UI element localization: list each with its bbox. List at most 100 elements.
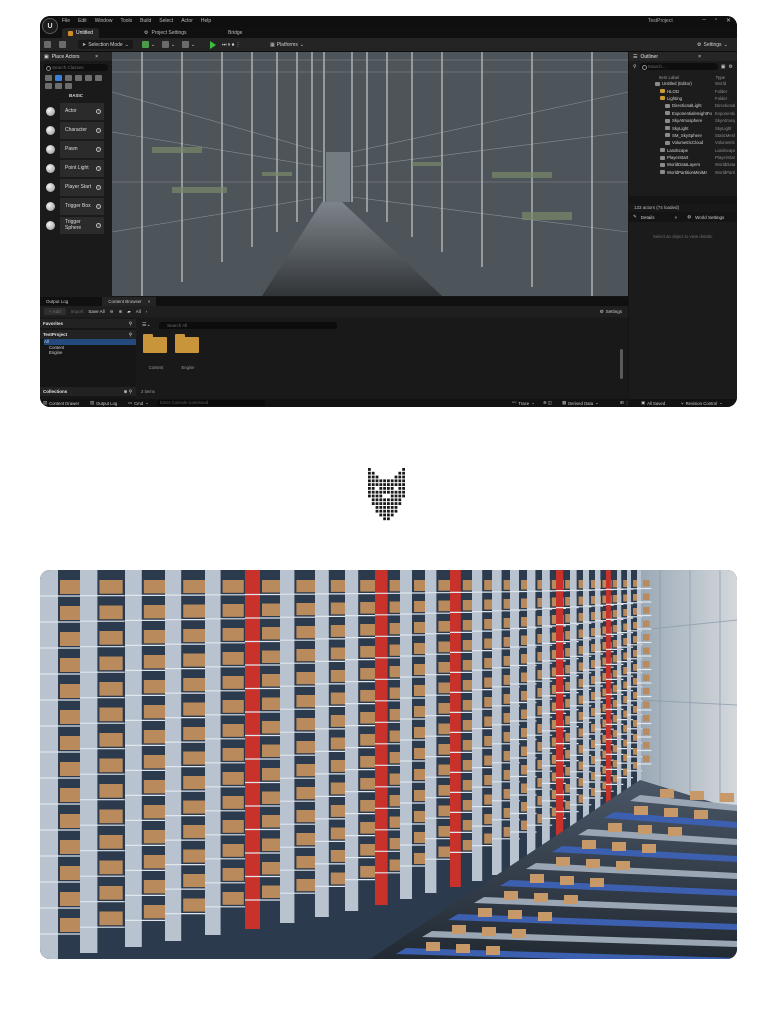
collections-section[interactable]: Collections ⊕ ⚲ (40, 387, 136, 396)
settings-dropdown[interactable]: ⚙ Settings ⌄ (697, 40, 728, 49)
cmd-dropdown[interactable]: ▭ Cmd ⌄ (128, 400, 149, 406)
outliner-row[interactable]: Untitled (Editor) World (629, 80, 737, 87)
outliner-row[interactable]: ExponentialHeightFogExponentialHeightFog (629, 110, 737, 117)
menu-actor[interactable]: Actor (181, 18, 193, 24)
cinematics-icon[interactable]: ⌄ (182, 40, 195, 49)
notifications-icon[interactable]: ⊞ ⋮ (620, 400, 629, 406)
actor-item[interactable]: Pawn? (40, 140, 112, 158)
shapes-icon[interactable] (75, 75, 82, 81)
menu-select[interactable]: Select (159, 18, 173, 24)
outliner-row[interactable]: Landscape Landscape (629, 147, 737, 154)
outliner-row[interactable]: SkyLight SkyLight (629, 124, 737, 131)
add-collection-icon[interactable]: ⊕ ⚲ (124, 389, 132, 395)
outliner-row[interactable]: Lighting Folder (629, 95, 737, 102)
help-icon[interactable]: ? (96, 165, 101, 171)
tree-item-engine[interactable]: Engine (44, 350, 136, 356)
unreal-logo-icon[interactable]: U (42, 18, 58, 34)
save-all-button[interactable]: Save All (88, 309, 104, 314)
camera-icon[interactable]: ⊛ ◫ (543, 400, 552, 406)
search-icon[interactable]: ⚲ (129, 332, 132, 338)
actor-item[interactable]: Actor? (40, 102, 112, 120)
menu-file[interactable]: File (62, 18, 70, 24)
all-saved-indicator[interactable]: ▣ All Saved (641, 400, 665, 406)
minimize-icon[interactable]: – (702, 17, 705, 24)
add-content-icon[interactable]: ⌄ (142, 40, 155, 49)
folder-tile[interactable]: Engine (175, 334, 201, 370)
outliner-row[interactable]: DirectionalLight DirectionalLight (629, 102, 737, 109)
close-tab-icon[interactable]: × (698, 54, 701, 60)
geometry-icon[interactable] (65, 83, 72, 89)
revision-control-dropdown[interactable]: ⑂ Revision Control ⌄ (681, 400, 723, 406)
folder-tile[interactable]: Content (143, 334, 169, 370)
close-tab-icon[interactable]: × (675, 215, 678, 220)
outliner-row[interactable]: VolumetricCloud VolumetricCloud (629, 139, 737, 146)
add-button[interactable]: + Add (44, 308, 66, 315)
close-tab-icon[interactable]: × (142, 297, 151, 306)
history-back-icon[interactable]: ⊖ (110, 309, 114, 315)
play-button[interactable] (210, 40, 216, 49)
help-icon[interactable]: ? (96, 203, 101, 209)
outliner-row[interactable]: PlayerStart PlayerStart (629, 154, 737, 161)
actor-item[interactable]: Trigger Sphere? (40, 216, 112, 234)
maximize-icon[interactable]: ▫ (715, 17, 717, 24)
scrollbar[interactable] (620, 349, 623, 379)
outliner-search-input[interactable]: Search... (639, 63, 718, 70)
cb-settings-button[interactable]: ⚙ Settings (600, 309, 622, 315)
outliner-row[interactable]: HLOD Folder (629, 87, 737, 94)
menu-help[interactable]: Help (201, 18, 211, 24)
tab-untitled[interactable]: Untitled (62, 28, 99, 38)
derived-data-dropdown[interactable]: ▦ Derived Data ⌄ (562, 400, 599, 406)
tab-content-browser[interactable]: Content Browser × (102, 297, 157, 306)
recent-icon[interactable] (45, 75, 52, 81)
close-icon[interactable]: ✕ (726, 17, 731, 24)
output-log-button[interactable]: ▤ Output Log (90, 400, 117, 406)
outliner-row[interactable]: SkyAtmosphere SkyAtmosphere (629, 117, 737, 124)
selection-mode-dropdown[interactable]: ➤ Selection Mode ⌄ (78, 40, 133, 49)
tab-details[interactable]: Details (641, 215, 655, 220)
actor-item[interactable]: Player Start? (40, 178, 112, 196)
menu-build[interactable]: Build (140, 18, 151, 24)
save-icon[interactable] (44, 40, 51, 49)
outliner-row[interactable]: WorldDataLayers WorldDataLayers (629, 161, 737, 168)
platforms-dropdown[interactable]: ▦ Platforms ⌄ (270, 40, 304, 49)
blueprint-icon[interactable]: ⌄ (162, 40, 175, 49)
browse-icon[interactable] (59, 40, 66, 49)
console-command-input[interactable]: Enter Console Command (157, 400, 265, 406)
content-drawer-button[interactable]: ▤ Content Drawer (43, 400, 79, 406)
tab-bridge[interactable]: Bridge (222, 28, 248, 38)
search-classes-input[interactable]: Search Classes (44, 64, 108, 71)
lights-icon[interactable] (65, 75, 72, 81)
volumes-icon[interactable] (45, 83, 52, 89)
gear-icon[interactable]: ⚙ (729, 64, 733, 70)
tab-output-log[interactable]: Output Log (40, 297, 74, 306)
close-tab-icon[interactable]: × (95, 54, 98, 60)
favorites-section[interactable]: Favorites ⚲ (40, 319, 136, 328)
tab-world-settings[interactable]: World Settings (695, 215, 724, 220)
help-icon[interactable]: ? (96, 127, 101, 133)
basic-category-icon[interactable] (55, 75, 62, 81)
visual-effects-icon[interactable] (95, 75, 102, 81)
search-assets-input[interactable]: Search All (159, 322, 337, 329)
actor-item[interactable]: Trigger Box? (40, 197, 112, 215)
history-forward-icon[interactable]: ⊕ (118, 309, 122, 315)
actor-item[interactable]: Point Light? (40, 159, 112, 177)
add-folder-icon[interactable]: ▣ (721, 64, 726, 70)
play-options-icon[interactable]: ⏭ ⏸ ⏹ ⋮ (222, 40, 241, 49)
menu-tools[interactable]: Tools (120, 18, 132, 24)
search-icon[interactable]: ⚲ (129, 321, 132, 327)
filter-icon[interactable]: ☰⌄ (142, 322, 151, 328)
menu-edit[interactable]: Edit (78, 18, 87, 24)
menu-window[interactable]: Window (95, 18, 113, 24)
actor-item[interactable]: Character? (40, 121, 112, 139)
tab-project-settings[interactable]: ⚙ Project Settings (138, 28, 193, 38)
filter-icon[interactable]: ⚲ (633, 64, 637, 70)
help-icon[interactable]: ? (96, 108, 101, 114)
column-item-label[interactable]: Item Label (659, 75, 679, 80)
outliner-row[interactable]: WorldPartitionMiniMap WorldPartitionMiniM… (629, 169, 737, 176)
level-viewport[interactable] (112, 52, 628, 296)
path-all[interactable]: All (136, 309, 141, 314)
help-icon[interactable]: ? (96, 146, 101, 152)
project-section[interactable]: TestProject ⚲ (40, 330, 136, 339)
import-button[interactable]: Import (71, 309, 84, 314)
column-type[interactable]: Type (716, 75, 725, 80)
